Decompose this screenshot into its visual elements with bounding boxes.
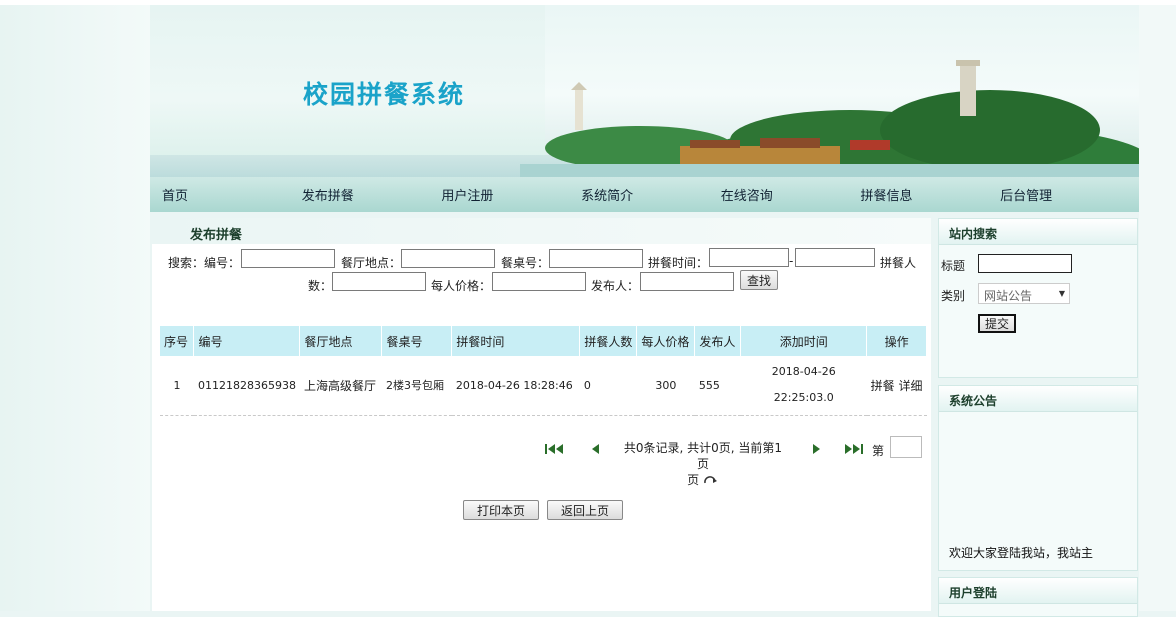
category-select[interactable]: 网站公告 ▼ (978, 283, 1070, 304)
table-header-row: 序号 编号 餐厅地点 餐桌号 拼餐时间 拼餐人数 每人价格 发布人 添加时间 操… (160, 326, 927, 356)
category-label: 类别 (941, 289, 966, 303)
cell-price: 300 (636, 356, 695, 416)
site-search-title: 站内搜索 (939, 219, 1137, 245)
next-page-icon[interactable] (806, 442, 826, 456)
detail-link[interactable]: 详细 (898, 379, 922, 393)
main-nav: 首页 发布拼餐 用户注册 系统简介 在线咨询 拼餐信息 后台管理 (150, 177, 1139, 212)
first-page-icon[interactable] (544, 442, 564, 456)
header-banner: 校园拼餐系统 (150, 5, 1139, 177)
right-background (1139, 5, 1176, 611)
category-select-value: 网站公告 (984, 289, 1033, 303)
nav-publish[interactable]: 发布拼餐 (290, 185, 430, 204)
col-table: 餐桌号 (381, 326, 453, 356)
notice-title: 系统公告 (939, 386, 1137, 412)
page-jump-input[interactable] (890, 436, 922, 458)
title-label: 标题 (941, 259, 966, 273)
pager-info-line2: 页 (687, 473, 700, 487)
last-page-icon[interactable] (844, 442, 864, 456)
cell-actions: 拼餐 详细 (866, 356, 927, 416)
notice-text: 欢迎大家登陆我站，我站主 (949, 546, 1094, 560)
left-background (0, 5, 150, 611)
nav-home[interactable]: 首页 (150, 185, 290, 204)
chevron-down-icon: ▼ (1058, 289, 1065, 298)
cell-people: 0 (579, 356, 637, 416)
cell-no: 1 (160, 356, 194, 416)
people-label-a: 拼餐人 (880, 256, 917, 270)
search-prefix-label: 搜索： (168, 256, 205, 270)
nav-consult[interactable]: 在线咨询 (709, 185, 849, 204)
table-row: 1 01121828365938 上海高级餐厅 2楼3号包厢 2018-04-2… (160, 356, 927, 416)
id-label: 编号： (204, 256, 241, 270)
search-button[interactable]: 查找 (740, 270, 778, 290)
cell-id: 01121828365938 (193, 356, 300, 416)
nav-about[interactable]: 系统简介 (569, 185, 709, 204)
pager-info: 共0条记录, 共计0页, 当前第1页 页 (622, 440, 784, 488)
location-label: 餐厅地点： (341, 256, 402, 270)
nav-admin[interactable]: 后台管理 (988, 185, 1128, 204)
col-id: 编号 (193, 326, 301, 356)
col-no: 序号 (160, 326, 195, 356)
col-action: 操作 (866, 326, 927, 356)
print-button[interactable]: 打印本页 (463, 500, 539, 520)
price-label: 每人价格： (431, 279, 492, 293)
island-scenery (520, 60, 1139, 177)
login-box: 用户登陆 (938, 577, 1138, 617)
prev-page-icon[interactable] (586, 442, 606, 456)
sidebar-submit-button[interactable]: 提交 (978, 314, 1016, 333)
location-input[interactable] (401, 249, 495, 268)
time-label: 拼餐时间： (648, 256, 709, 270)
col-price: 每人价格 (636, 326, 696, 356)
page-jump-label: 第 (872, 444, 885, 458)
refresh-icon[interactable] (703, 475, 719, 487)
added-time: 22:25:03.0 (773, 391, 834, 405)
site-title: 校园拼餐系统 (303, 80, 466, 109)
join-link[interactable]: 拼餐 (871, 379, 895, 393)
site-search-box: 站内搜索 标题 类别 网站公告 ▼ 提交 (938, 218, 1138, 378)
col-added: 添加时间 (740, 326, 868, 356)
section-title: 发布拼餐 (190, 228, 243, 243)
pager-info-line1: 共0条记录, 共计0页, 当前第1页 (623, 441, 783, 471)
time-end-input[interactable] (795, 248, 875, 267)
pager: 共0条记录, 共计0页, 当前第1页 页 第 (542, 436, 931, 487)
time-start-input[interactable] (709, 248, 789, 267)
col-publisher: 发布人 (694, 326, 742, 356)
time-separator: - (789, 254, 794, 268)
cell-location: 上海高级餐厅 (299, 356, 382, 416)
people-label-b: 数： (308, 279, 333, 293)
publish-table: 序号 编号 餐厅地点 餐桌号 拼餐时间 拼餐人数 每人价格 发布人 添加时间 操… (160, 326, 927, 416)
col-time: 拼餐时间 (451, 326, 581, 356)
col-location: 餐厅地点 (299, 326, 383, 356)
people-input[interactable] (332, 272, 426, 291)
publisher-label: 发布人： (591, 279, 640, 293)
login-title: 用户登陆 (939, 578, 1137, 604)
added-date: 2018-04-26 (771, 365, 836, 379)
cell-publisher: 555 (694, 356, 741, 416)
notice-box: 系统公告 欢迎大家登陆我站，我站主 (938, 385, 1138, 571)
publisher-input[interactable] (640, 272, 734, 291)
id-input[interactable] (241, 249, 335, 268)
col-people: 拼餐人数 (579, 326, 638, 356)
title-input[interactable] (978, 254, 1072, 273)
cell-table: 2楼3号包厢 (381, 356, 452, 416)
cell-time: 2018-04-26 18:28:46 (451, 356, 580, 416)
back-button[interactable]: 返回上页 (547, 500, 623, 520)
search-form: 搜索： 编号： 餐厅地点： 餐桌号： 拼餐时间： - 拼餐人 数： 每人价格： … (152, 248, 931, 304)
main-content: 发布拼餐 搜索： 编号： 餐厅地点： 餐桌号： 拼餐时间： - 拼餐人 数： 每… (152, 218, 931, 611)
nav-info[interactable]: 拼餐信息 (848, 185, 988, 204)
nav-register[interactable]: 用户注册 (429, 185, 569, 204)
table-label: 餐桌号： (501, 256, 550, 270)
cell-added: 2018-04-26 22:25:03.0 (740, 356, 867, 416)
section-header: 发布拼餐 (152, 218, 931, 244)
table-input[interactable] (549, 249, 643, 268)
pager-info-line2-row: 页 (622, 472, 784, 488)
price-input[interactable] (492, 272, 586, 291)
